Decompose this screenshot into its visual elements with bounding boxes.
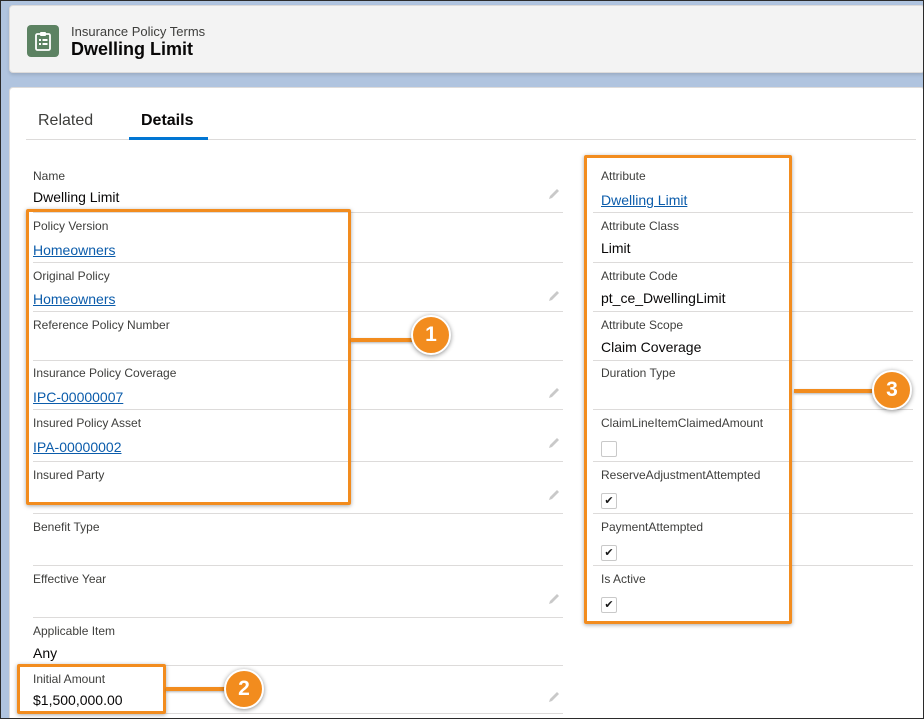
field-effective-year: Effective Year <box>33 570 563 618</box>
pencil-icon[interactable] <box>547 289 561 303</box>
callout-badge-1: 1 <box>411 315 451 355</box>
field-name: Name Dwelling Limit <box>33 167 563 213</box>
field-applicable-item: Applicable Item Any <box>33 622 563 666</box>
callout-connector-1 <box>351 338 413 342</box>
callout-connector-3 <box>794 389 872 393</box>
callout-badge-3: 3 <box>872 370 912 410</box>
pencil-icon[interactable] <box>547 386 561 400</box>
pencil-icon[interactable] <box>547 488 561 502</box>
tab-related[interactable]: Related <box>38 112 93 138</box>
field-value: Dwelling Limit <box>33 189 120 205</box>
pencil-icon[interactable] <box>547 592 561 606</box>
field-label: Effective Year <box>33 572 107 586</box>
highlight-box-2 <box>17 664 166 714</box>
field-label: Name <box>33 169 66 183</box>
pencil-icon[interactable] <box>547 436 561 450</box>
pencil-icon[interactable] <box>547 690 561 704</box>
app-window: Insurance Policy Terms Dwelling Limit Re… <box>0 0 924 719</box>
field-label: Benefit Type <box>33 520 100 534</box>
field-label: Applicable Item <box>33 624 116 638</box>
active-tab-indicator <box>129 137 208 140</box>
record-header: Insurance Policy Terms Dwelling Limit <box>9 5 923 73</box>
callout-badge-2: 2 <box>224 669 264 709</box>
pencil-icon[interactable] <box>547 187 561 201</box>
highlight-box-3 <box>584 155 792 624</box>
tab-details[interactable]: Details <box>141 112 193 138</box>
clipboard-list-icon <box>27 25 59 57</box>
object-label: Insurance Policy Terms <box>71 24 206 39</box>
callout-connector-2 <box>166 687 226 691</box>
highlight-box-1 <box>26 209 351 505</box>
field-benefit-type: Benefit Type <box>33 518 563 566</box>
record-title: Dwelling Limit <box>71 39 194 59</box>
tab-bar: Related Details <box>26 106 916 140</box>
field-value: Any <box>33 645 58 661</box>
